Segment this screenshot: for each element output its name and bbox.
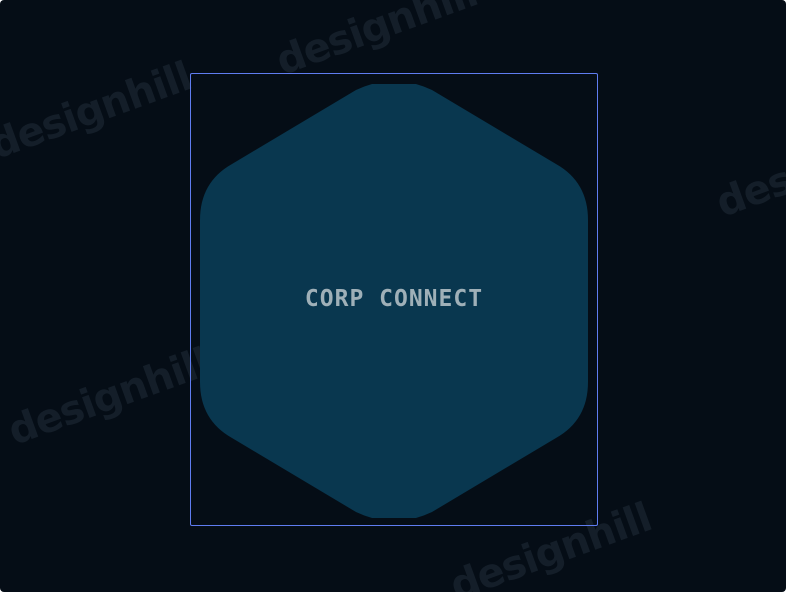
watermark-text: designhill — [2, 339, 216, 455]
design-canvas: designhill designhill designhill designh… — [0, 0, 786, 592]
selection-frame[interactable] — [190, 73, 598, 526]
watermark-text: designhill — [270, 0, 484, 85]
watermark-text: designhill — [0, 53, 198, 169]
watermark-text: designhill — [710, 111, 786, 227]
